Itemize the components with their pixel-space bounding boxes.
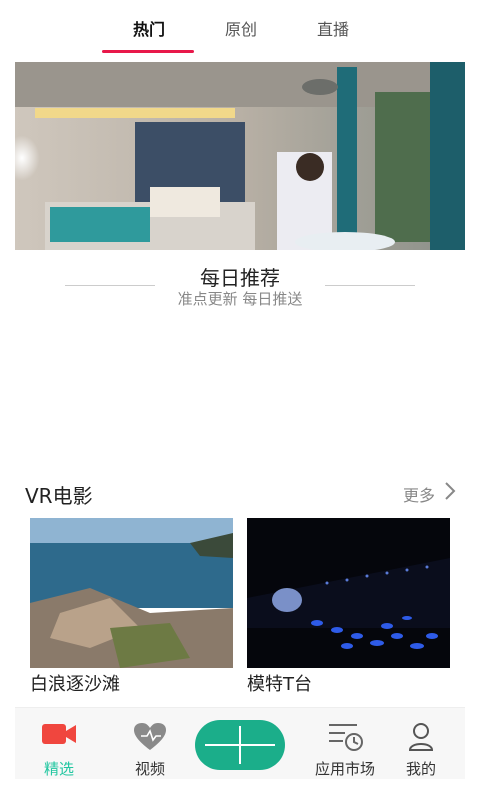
bottom-nav: 精选 视频 应用市场 我的 — [15, 707, 465, 779]
person-icon — [408, 723, 434, 751]
video-card[interactable]: 白浪逐沙滩 — [30, 518, 233, 696]
video-thumbnail[interactable] — [30, 518, 233, 668]
vr-section-header: VR电影 更多 — [25, 480, 465, 510]
nav-mine[interactable]: 我的 — [381, 708, 461, 780]
tab-live[interactable]: 直播 — [288, 16, 378, 44]
nav-app-market[interactable]: 应用市场 — [295, 708, 395, 780]
active-tab-indicator — [102, 50, 194, 53]
video-camera-icon — [42, 724, 76, 744]
nav-video[interactable]: 视频 — [110, 708, 190, 780]
section-title: VR电影 — [25, 484, 93, 508]
nav-label: 视频 — [134, 760, 165, 778]
top-tab-bar: 热门 原创 直播 — [0, 0, 480, 56]
video-title: 白浪逐沙滩 — [30, 674, 120, 695]
nav-label: 精选 — [43, 760, 74, 778]
video-title: 模特T台 — [247, 674, 312, 695]
banner-image — [15, 62, 465, 250]
nav-label: 我的 — [405, 760, 436, 778]
nav-label: 应用市场 — [314, 760, 375, 778]
video-card[interactable]: 模特T台 — [247, 518, 450, 696]
more-link[interactable]: 更多 — [403, 482, 435, 506]
chevron-right-icon[interactable] — [443, 480, 457, 502]
heart-icon — [134, 723, 166, 750]
add-button[interactable] — [195, 720, 285, 770]
nav-featured[interactable]: 精选 — [19, 708, 99, 780]
tab-hot[interactable]: 热门 — [104, 16, 194, 44]
video-thumbnail[interactable] — [247, 518, 450, 668]
daily-title: 每日推荐 — [200, 266, 280, 290]
daily-recommend-header: 每日推荐 准点更新 每日推送 — [0, 258, 480, 318]
daily-subtitle: 准点更新 每日推送 — [177, 290, 303, 308]
app-market-icon — [329, 724, 363, 751]
tab-original[interactable]: 原创 — [196, 16, 286, 44]
banner-carousel[interactable] — [15, 62, 465, 250]
